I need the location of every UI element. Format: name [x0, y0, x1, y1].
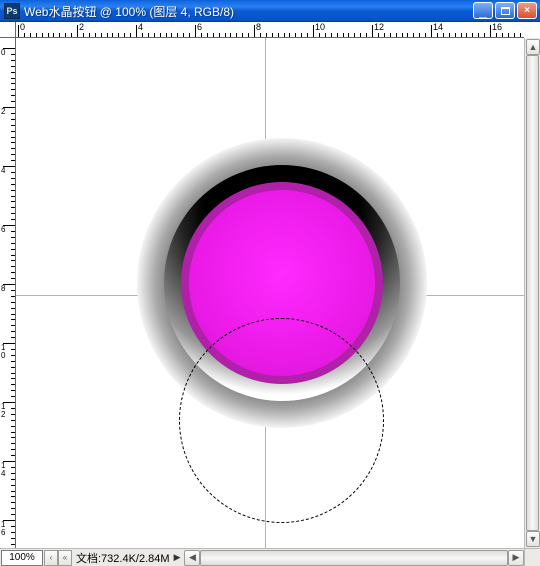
canvas[interactable]	[16, 38, 524, 548]
scrollbar-vertical[interactable]: ▲ ▼	[524, 38, 540, 548]
titlebar[interactable]: Ps Web水晶按钮 @ 100% (图层 4, RGB/8) _ ×	[0, 0, 540, 22]
maximize-button[interactable]	[495, 2, 515, 19]
nav-prev-button[interactable]: «	[58, 550, 72, 566]
close-button[interactable]: ×	[517, 2, 537, 19]
scroll-h-thumb[interactable]	[200, 550, 508, 566]
nav-first-button[interactable]: ‹	[44, 550, 58, 566]
ruler-vertical[interactable]: 0246810121416	[0, 38, 16, 548]
scroll-right-button[interactable]: ▶	[508, 550, 524, 566]
ruler-origin[interactable]	[0, 22, 16, 38]
resize-grip[interactable]	[524, 548, 540, 566]
doc-size-label: 文档:732.4K/2.84M	[76, 550, 170, 566]
doc-size-text: 732.4K/2.84M	[101, 553, 170, 565]
marquee-selection[interactable]	[179, 318, 384, 523]
chevron-right-icon: ▶	[513, 552, 520, 563]
chevron-left-icon: ◀	[189, 552, 196, 563]
zoom-level-input[interactable]: 100%	[1, 550, 43, 566]
close-icon: ×	[524, 5, 530, 16]
minimize-icon: _	[479, 8, 487, 14]
scrollbar-h-track[interactable]: ◀ ▶	[184, 550, 524, 566]
chevron-down-icon: ▼	[529, 534, 538, 544]
minimize-button[interactable]: _	[473, 2, 493, 19]
chevron-up-icon: ▲	[529, 42, 538, 52]
maximize-icon	[501, 7, 510, 15]
ruler-horizontal[interactable]: 0246810121416	[16, 22, 524, 38]
doc-label-text: 文档:	[76, 553, 101, 565]
scroll-v-thumb[interactable]	[526, 55, 539, 531]
scroll-left-button[interactable]: ◀	[184, 550, 200, 566]
status-scrollbar-horizontal: 100% ‹ « 文档:732.4K/2.84M ▶ ◀ ▶	[0, 548, 524, 566]
window-controls: _ ×	[473, 2, 537, 19]
scroll-up-button[interactable]: ▲	[526, 39, 540, 55]
popup-menu-icon[interactable]: ▶	[174, 552, 181, 563]
app-icon: Ps	[4, 3, 20, 19]
scroll-down-button[interactable]: ▼	[526, 531, 540, 547]
window-title: Web水晶按钮 @ 100% (图层 4, RGB/8)	[24, 3, 234, 20]
